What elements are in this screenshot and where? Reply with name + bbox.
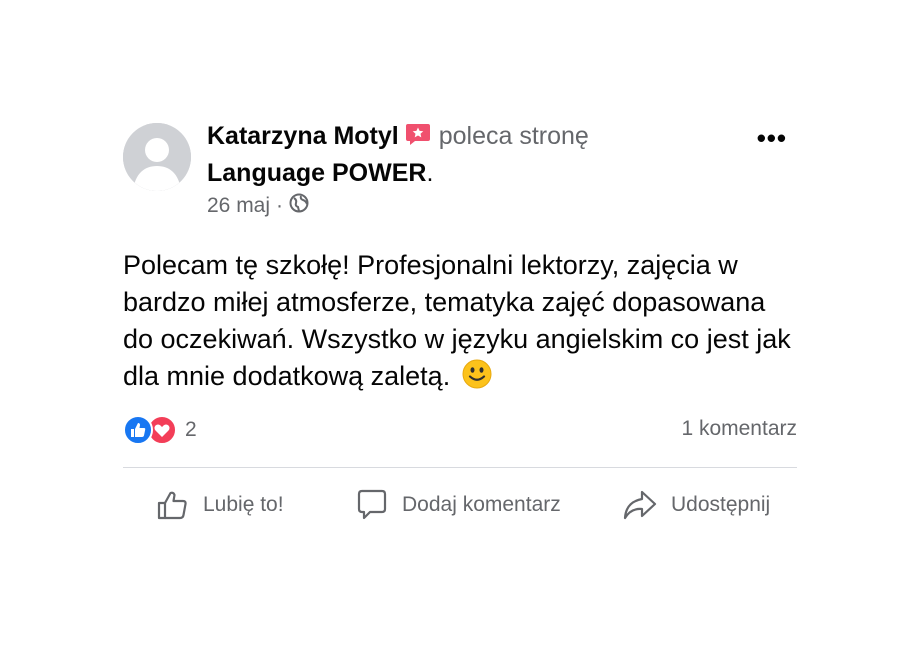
post-date[interactable]: 26 maj [207,194,270,218]
globe-icon [289,193,309,219]
period: . [426,159,434,187]
author-name[interactable]: Katarzyna Motyl [207,122,399,150]
recommends-text: poleca stronę [438,122,589,150]
comment-icon [357,489,387,520]
action-bar: Lubię to! Dodaj komentarz Udostępnij [123,487,797,529]
page-name-link[interactable]: Language POWER [207,159,426,187]
like-label: Lubię to! [203,493,284,516]
thumbs-up-icon [157,491,187,520]
avatar[interactable] [123,123,191,191]
post-body: Polecam tę szkołę! Profesjonalni lektorz… [123,247,797,399]
comments-count-link[interactable]: 1 komentarz [681,417,797,441]
reactions-summary[interactable]: 2 [123,415,197,445]
default-avatar-icon [123,123,191,191]
post-body-text: Polecam tę szkołę! Profesjonalni lektorz… [123,250,791,391]
share-icon [623,490,657,520]
smiley-emoji-icon [462,359,492,399]
share-label: Udostępnij [671,493,771,516]
post-meta: 26 maj · [207,193,309,219]
reaction-count: 2 [185,418,197,441]
like-reaction-icon [123,415,153,451]
recommend-icon [405,122,431,156]
post-header: Katarzyna Motyl poleca stronę Language PO… [207,119,747,190]
like-button[interactable]: Lubię to! [155,487,284,523]
comment-label: Dodaj komentarz [402,493,561,516]
more-options-button[interactable]: ••• [757,123,787,154]
meta-separator: · [276,194,284,217]
divider [123,467,797,468]
share-button[interactable]: Udostępnij [621,487,770,523]
comment-button[interactable]: Dodaj komentarz [354,487,561,523]
